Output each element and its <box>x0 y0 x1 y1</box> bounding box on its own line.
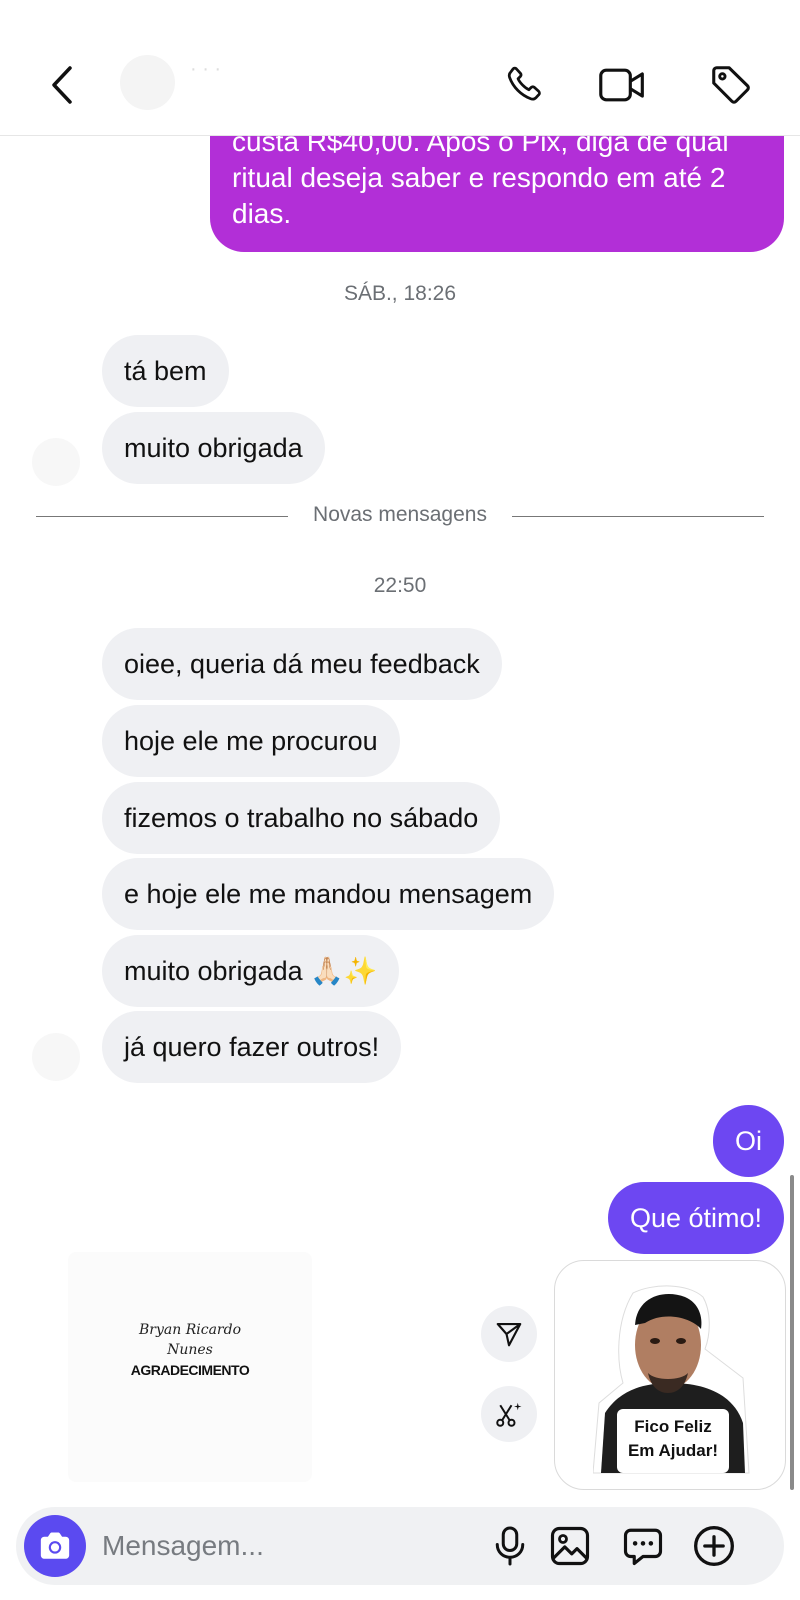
gallery-button[interactable] <box>547 1523 593 1569</box>
sticker-button[interactable] <box>620 1523 666 1569</box>
incoming-message-bubble[interactable]: tá bem <box>102 335 229 407</box>
contact-name[interactable]: · · · <box>190 58 221 81</box>
plus-circle-icon <box>694 1526 734 1566</box>
phone-icon <box>507 66 541 101</box>
sender-avatar[interactable] <box>32 1033 80 1081</box>
scissors-sparkle-icon <box>496 1402 522 1427</box>
camera-icon <box>40 1532 70 1559</box>
video-camera-icon <box>599 68 644 102</box>
chat-header: · · · <box>0 0 800 136</box>
audio-call-button[interactable] <box>498 60 548 110</box>
contact-avatar[interactable] <box>120 55 175 110</box>
voice-message-button[interactable] <box>487 1523 533 1569</box>
send-icon <box>496 1322 522 1347</box>
card-title: AGRADECIMENTO <box>130 1362 250 1378</box>
outgoing-message-bubble[interactable]: Oi <box>713 1105 784 1177</box>
chat-bubble-icon <box>623 1528 663 1566</box>
message-composer <box>16 1507 784 1585</box>
sender-avatar[interactable] <box>32 438 80 486</box>
tag-icon <box>712 66 750 104</box>
image-icon <box>550 1526 590 1566</box>
signature-text: Bryan Ricardo Nunes <box>139 1322 241 1358</box>
incoming-message-bubble[interactable]: muito obrigada 🙏🏻✨ <box>102 935 400 1007</box>
tag-button[interactable] <box>706 60 756 110</box>
timestamp: SÁB., 18:26 <box>343 282 457 305</box>
share-button[interactable] <box>481 1306 537 1362</box>
remix-button[interactable] <box>481 1386 537 1442</box>
timestamp: 22:50 <box>373 574 427 597</box>
incoming-message-bubble[interactable]: hoje ele me procurou <box>102 705 400 777</box>
sticker-caption: Fico Feliz Em Ajudar! <box>617 1409 729 1473</box>
video-call-button[interactable] <box>597 60 647 110</box>
microphone-icon <box>495 1526 525 1566</box>
back-button[interactable] <box>38 60 88 110</box>
new-messages-label: Novas mensagens <box>313 503 487 526</box>
outgoing-message-bubble[interactable]: Que ótimo! <box>607 1182 784 1254</box>
incoming-message-bubble[interactable]: fizemos o trabalho no sábado <box>102 782 501 854</box>
camera-button[interactable] <box>24 1515 86 1577</box>
sticker-message[interactable]: Fico Feliz Em Ajudar! <box>554 1260 786 1490</box>
message-input[interactable] <box>102 1525 462 1567</box>
shared-post-card[interactable]: Bryan Ricardo Nunes AGRADECIMENTO <box>68 1252 312 1482</box>
more-options-button[interactable] <box>691 1523 737 1569</box>
scrollbar[interactable] <box>790 1175 794 1490</box>
chevron-left-icon <box>52 66 72 104</box>
incoming-message-bubble[interactable]: e hoje ele me mandou mensagem <box>102 858 555 930</box>
incoming-message-bubble[interactable]: muito obrigada <box>102 412 325 484</box>
divider-line <box>512 516 764 517</box>
incoming-message-bubble[interactable]: já quero fazer outros! <box>102 1011 402 1083</box>
incoming-message-bubble[interactable]: oiee, queria dá meu feedback <box>102 628 502 700</box>
